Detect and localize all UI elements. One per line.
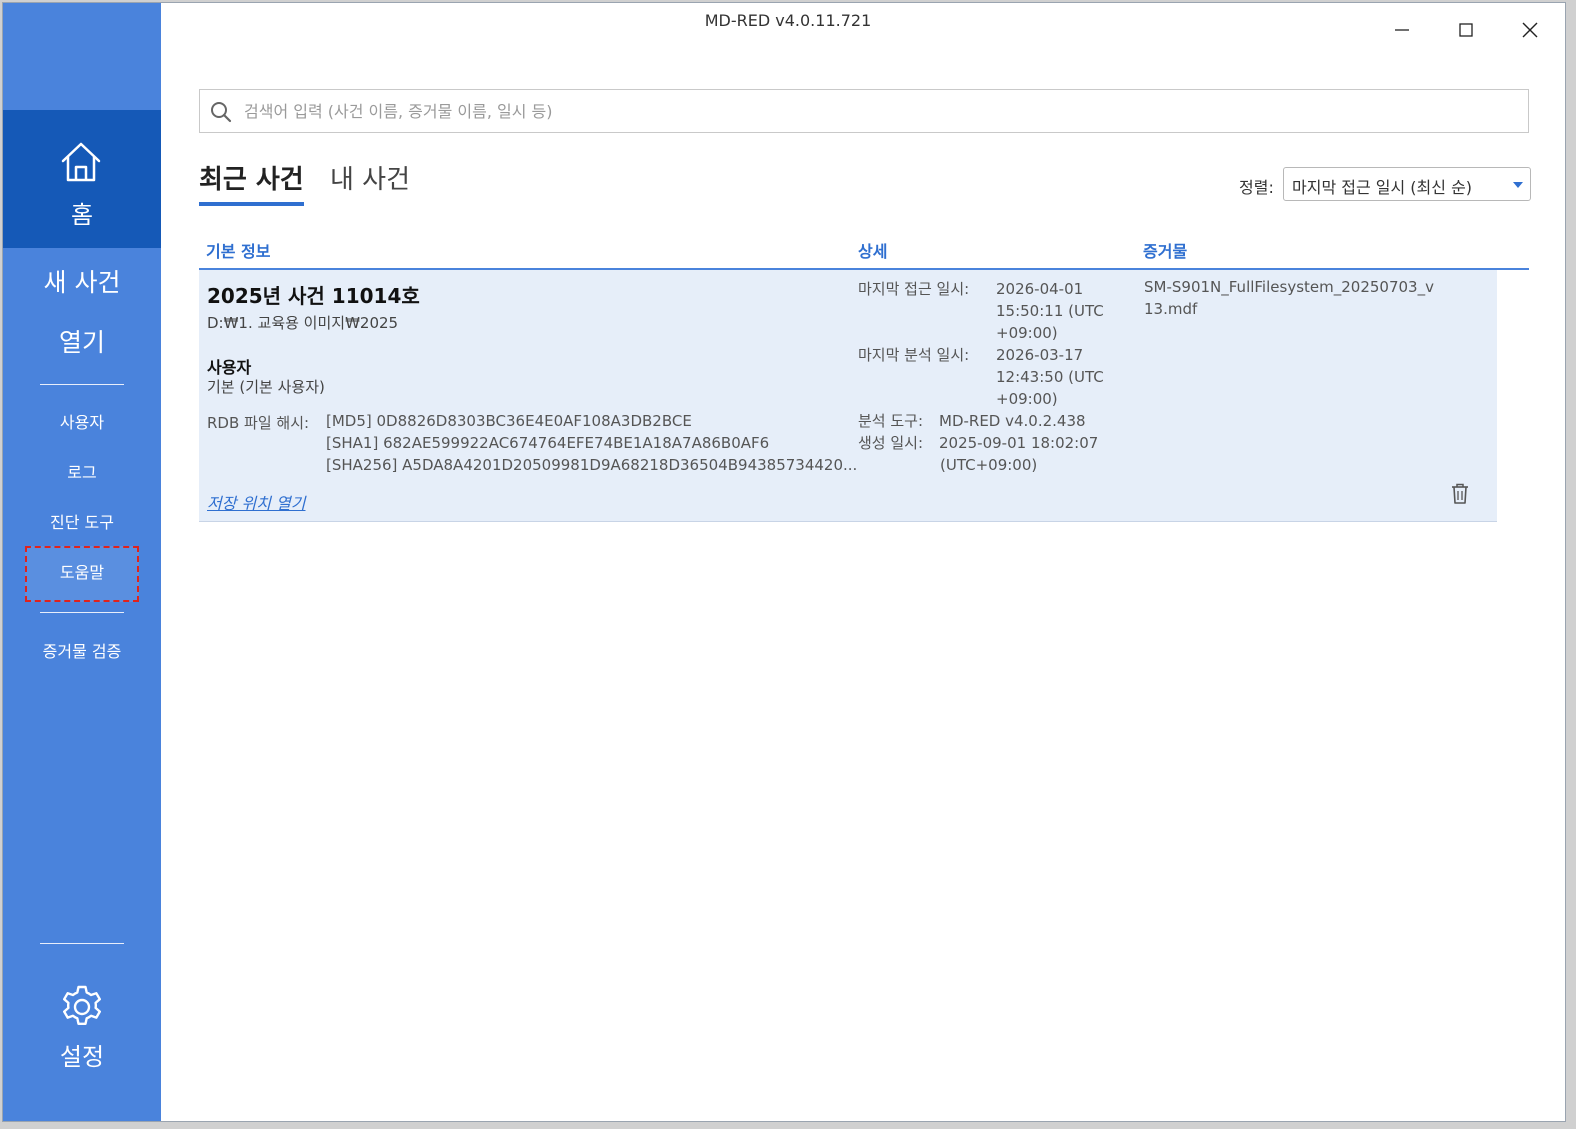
last-access-line: 15:50:11 (UTC [996, 302, 1104, 320]
last-access-value: 2026-04-01 15:50:11 (UTC +09:00) [996, 278, 1104, 344]
column-header-evidence[interactable]: 증거물 [1143, 238, 1187, 262]
sidebar-item-evidence-verification[interactable]: 증거물 검증 [3, 632, 161, 672]
gear-icon [63, 985, 101, 1025]
settings-button[interactable]: 설정 [3, 983, 161, 1072]
sidebar-divider [40, 384, 124, 385]
created-value: 2025-09-01 18:02:07 (UTC+09:00) [939, 432, 1098, 476]
table-row[interactable]: 2025년 사건 11014호 D:₩1. 교육용 이미지₩2025 사용자 기… [199, 270, 1497, 522]
sidebar-divider [40, 612, 124, 613]
created-line: (UTC+09:00) [940, 456, 1038, 474]
home-icon [61, 142, 101, 182]
search-box [199, 89, 1529, 133]
chevron-down-icon [1513, 182, 1523, 188]
rdb-hash-label: RDB 파일 해시: [207, 414, 310, 432]
sidebar-item-diagnostic-tools[interactable]: 진단 도구 [3, 503, 161, 543]
user-value: 기본 (기본 사용자) [207, 378, 325, 396]
sidebar-item-label: 홈 [70, 201, 94, 229]
case-path: D:₩1. 교육용 이미지₩2025 [207, 314, 399, 332]
case-title: 2025년 사건 11014호 [207, 284, 420, 308]
hash-sha256: [SHA256] A5DA8A4201D20509981D9A68218D365… [326, 456, 858, 474]
hash-sha1: [SHA1] 682AE599922AC674764EFE74BE1A18A7A… [326, 434, 770, 452]
maximize-icon[interactable] [1451, 15, 1481, 45]
last-analysis-line: 12:43:50 (UTC [996, 368, 1104, 386]
new-case-label-line2: 열기 [58, 328, 105, 357]
settings-label: 설정 [59, 1043, 105, 1071]
sort-dropdown[interactable]: 마지막 접근 일시 (최신 순) [1283, 167, 1531, 201]
search-input[interactable] [244, 96, 1514, 126]
last-access-line: +09:00) [996, 324, 1058, 342]
last-analysis-value: 2026-03-17 12:43:50 (UTC +09:00) [996, 344, 1104, 410]
created-line: 2025-09-01 18:02:07 [939, 434, 1099, 452]
trash-icon[interactable] [1449, 482, 1471, 506]
last-access-line: 2026-04-01 [996, 280, 1084, 298]
last-analysis-line: +09:00) [996, 390, 1058, 408]
sidebar-item-users[interactable]: 사용자 [3, 403, 161, 443]
analysis-tool-label: 분석 도구: [858, 412, 924, 430]
hash-md5: [MD5] 0D8826D8303BC36E4E0AF108A3DB2BCE [326, 412, 692, 430]
sidebar-item-log[interactable]: 로그 [3, 453, 161, 493]
window-title: MD-RED v4.0.11.721 [704, 11, 872, 30]
app-window: 홈 새 사건 열기 사용자 로그 진단 도구 도움말 증거물 검증 설정 MD-… [2, 2, 1566, 1122]
new-case-button[interactable]: 새 사건 열기 [3, 253, 161, 373]
created-label: 생성 일시: [858, 434, 924, 452]
evidence-file-name: SM-S901N_FullFilesystem_20250703_v13.mdf [1144, 278, 1434, 318]
open-location-link[interactable]: 저장 위치 열기 [207, 490, 306, 514]
search-icon [211, 102, 232, 123]
sort-label: 정렬: [1239, 178, 1274, 197]
sort-selected-value: 마지막 접근 일시 (최신 순) [1292, 178, 1473, 197]
last-access-label: 마지막 접근 일시: [858, 280, 970, 298]
column-header-basic-info[interactable]: 기본 정보 [206, 238, 270, 262]
user-label: 사용자 [207, 358, 252, 377]
sidebar: 홈 새 사건 열기 사용자 로그 진단 도구 도움말 증거물 검증 설정 [3, 3, 161, 1121]
last-analysis-line: 2026-03-17 [996, 346, 1084, 364]
close-icon[interactable] [1515, 15, 1545, 45]
sidebar-item-home[interactable]: 홈 [3, 110, 161, 248]
new-case-label-line1: 새 사건 [43, 268, 121, 297]
sidebar-item-help[interactable]: 도움말 [3, 553, 161, 593]
column-header-details[interactable]: 상세 [858, 238, 887, 262]
analysis-tool-value: MD-RED v4.0.2.438 [939, 412, 1086, 430]
tab-my-cases[interactable]: 내 사건 [330, 159, 410, 202]
tab-recent-cases[interactable]: 최근 사건 [199, 159, 304, 206]
minimize-icon[interactable] [1387, 15, 1417, 45]
sidebar-divider [40, 943, 124, 944]
last-analysis-label: 마지막 분석 일시: [858, 346, 970, 364]
